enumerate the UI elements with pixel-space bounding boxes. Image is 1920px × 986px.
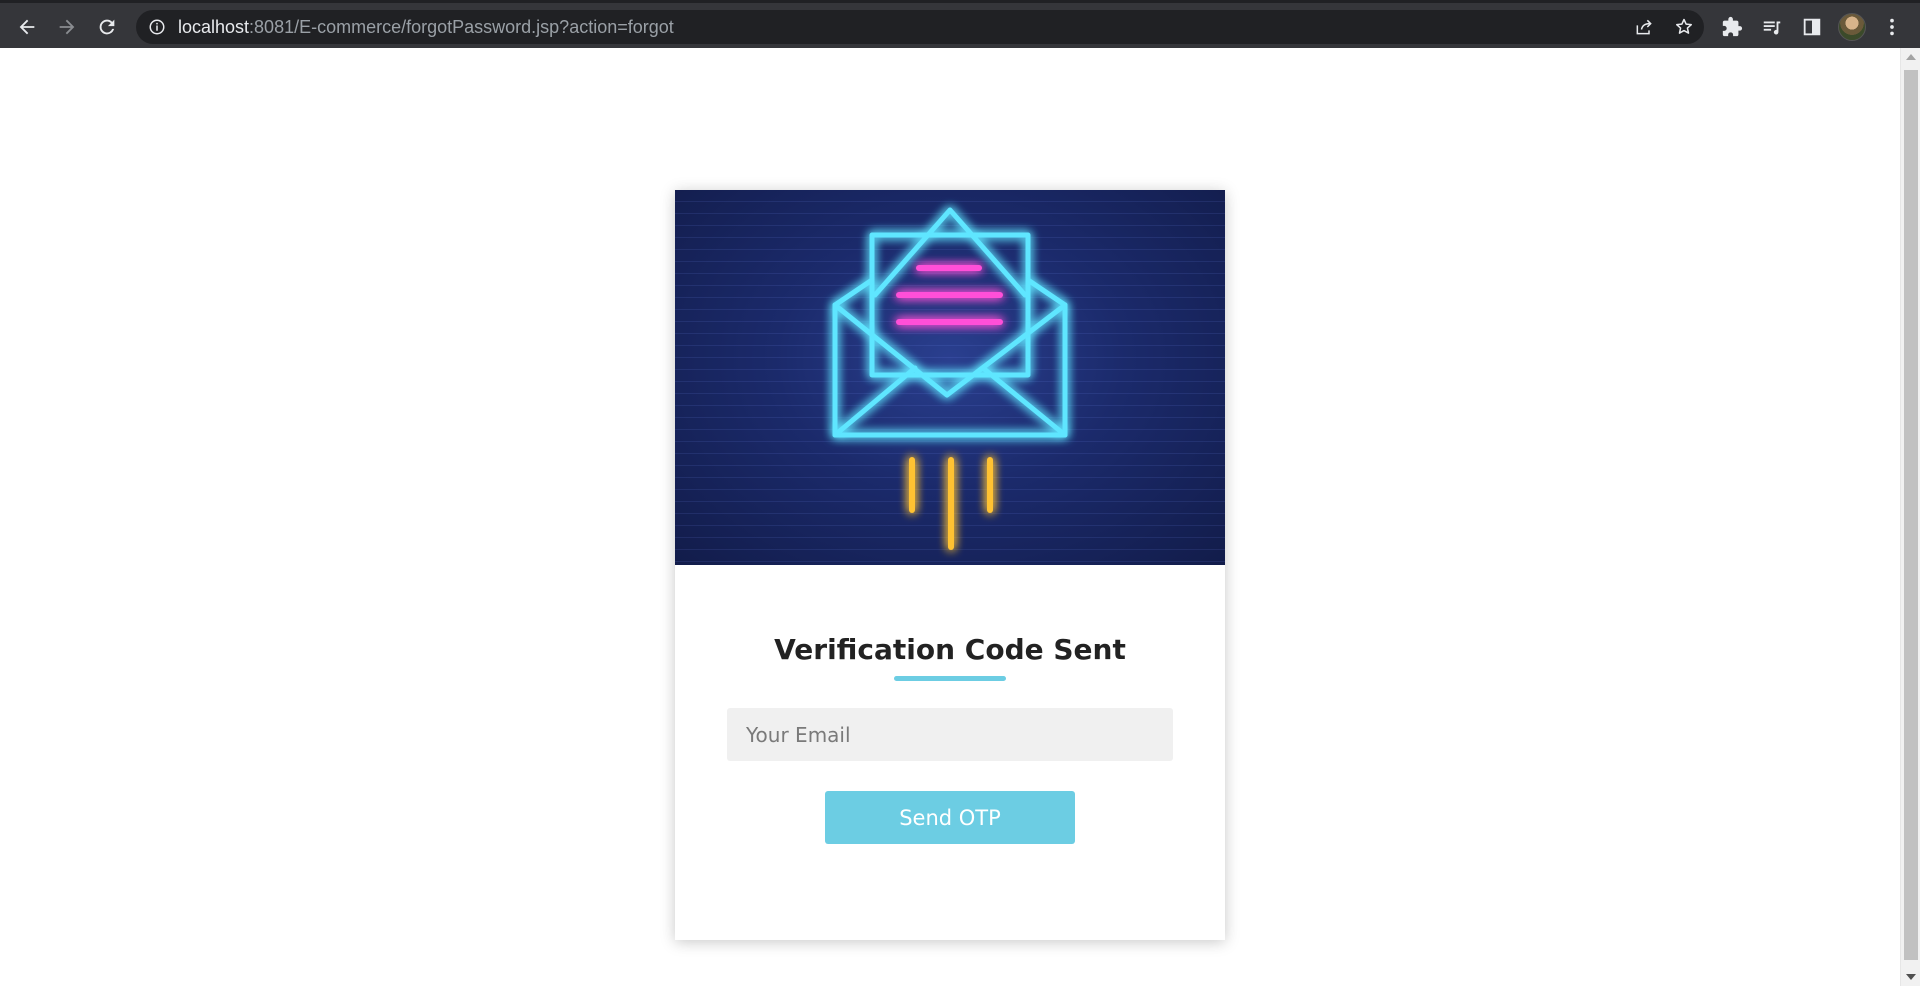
share-button[interactable]	[1632, 15, 1656, 39]
address-bar[interactable]: localhost:8081/E-commerce/forgotPassword…	[136, 10, 1704, 44]
neon-envelope-illustration	[675, 190, 1225, 565]
forward-arrow-icon	[59, 19, 75, 35]
profile-avatar[interactable]	[1838, 13, 1866, 41]
page-viewport: Verification Code Sent Send OTP	[0, 48, 1900, 986]
url-text[interactable]: localhost:8081/E-commerce/forgotPassword…	[178, 10, 674, 44]
browser-menu-button[interactable]	[1876, 11, 1908, 43]
back-arrow-icon	[19, 19, 35, 35]
browser-toolbar: localhost:8081/E-commerce/forgotPassword…	[0, 0, 1920, 48]
side-panel-icon	[1803, 18, 1821, 36]
forward-button[interactable]	[49, 9, 85, 45]
puzzle-icon	[1722, 16, 1743, 37]
title-underline	[894, 676, 1006, 681]
kebab-menu-icon	[1890, 18, 1894, 36]
email-field[interactable]	[727, 708, 1173, 761]
url-host: localhost	[178, 17, 250, 37]
share-icon	[1636, 19, 1652, 35]
forgot-password-card: Verification Code Sent Send OTP	[675, 190, 1225, 940]
verification-form: Verification Code Sent Send OTP	[675, 565, 1225, 940]
page-title: Verification Code Sent	[774, 633, 1126, 666]
reload-button[interactable]	[89, 9, 125, 45]
side-panel-button[interactable]	[1796, 11, 1828, 43]
reading-list-icon	[1763, 21, 1781, 35]
scroll-up-arrow-icon[interactable]	[1906, 54, 1916, 60]
reload-icon	[99, 19, 115, 35]
vertical-scrollbar[interactable]	[1900, 48, 1920, 986]
star-icon	[1676, 18, 1692, 34]
reading-list-button[interactable]	[1756, 11, 1788, 43]
extensions-button[interactable]	[1716, 11, 1748, 43]
scroll-down-arrow-icon[interactable]	[1906, 974, 1916, 980]
info-icon[interactable]	[148, 18, 166, 36]
back-button[interactable]	[9, 9, 45, 45]
url-path: :8081/E-commerce/forgotPassword.jsp?acti…	[249, 17, 674, 37]
bookmark-button[interactable]	[1672, 15, 1696, 39]
scrollbar-thumb[interactable]	[1904, 70, 1918, 960]
send-otp-button[interactable]: Send OTP	[825, 791, 1075, 844]
envelope-icon	[675, 190, 1225, 565]
